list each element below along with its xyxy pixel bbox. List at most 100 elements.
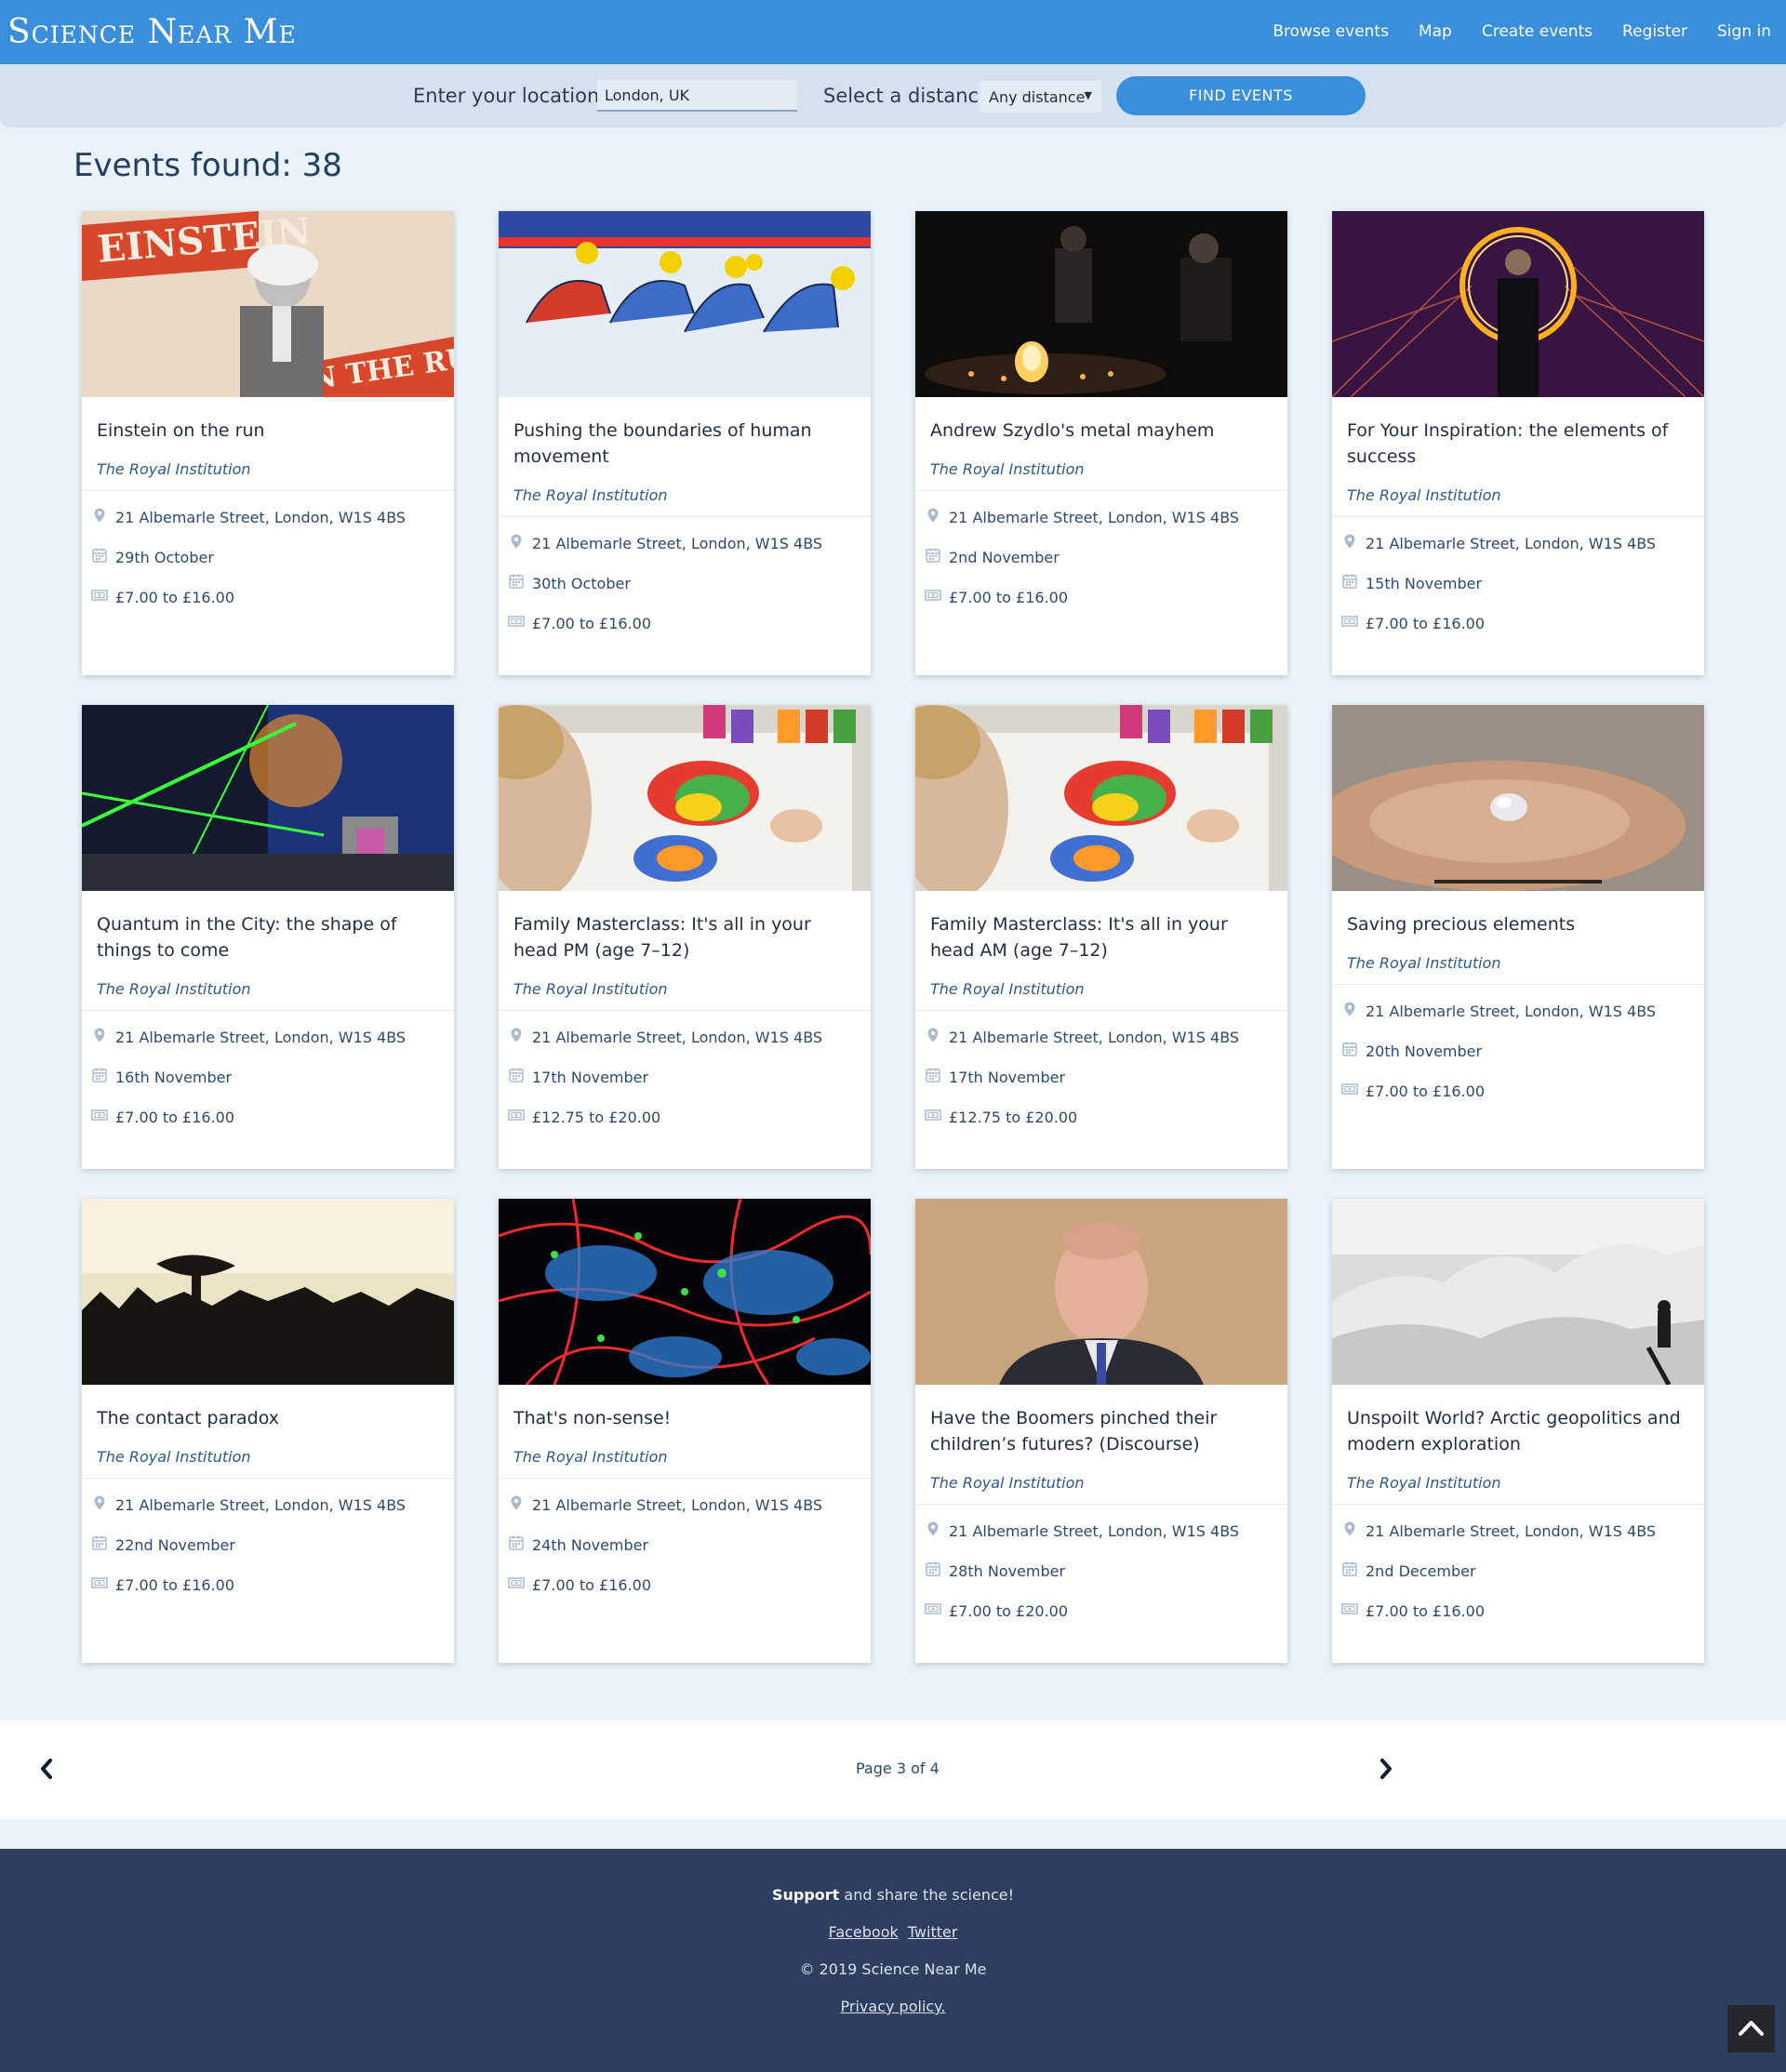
support-line: Support and share the science! <box>0 1886 1786 1904</box>
event-card[interactable]: Saving precious elements The Royal Insti… <box>1332 705 1704 1169</box>
calendar-icon <box>508 573 525 593</box>
event-image[interactable] <box>1332 705 1704 891</box>
event-price: £7.00 to £16.00 <box>1366 1082 1486 1100</box>
event-image[interactable] <box>1332 1199 1704 1385</box>
event-date: 16th November <box>115 1068 233 1086</box>
event-image[interactable] <box>499 705 871 891</box>
event-organizer: The Royal Institution <box>1347 1474 1501 1492</box>
facebook-link[interactable]: Facebook <box>829 1923 899 1941</box>
event-title[interactable]: Quantum in the City: the shape of things… <box>97 911 441 963</box>
event-price: £7.00 to £16.00 <box>949 588 1069 606</box>
map-pin-icon <box>925 507 941 527</box>
location-input[interactable] <box>597 80 797 112</box>
event-card[interactable]: Quantum in the City: the shape of things… <box>82 705 454 1169</box>
event-price-row: £12.75 to £20.00 <box>925 1107 1077 1127</box>
card-divider <box>499 516 871 517</box>
ticket-icon <box>508 1574 525 1595</box>
event-card[interactable]: Family Masterclass: It's all in your hea… <box>499 705 871 1169</box>
find-events-button[interactable]: FIND EVENTS <box>1116 76 1366 115</box>
event-organizer: The Royal Institution <box>97 460 251 478</box>
nav-map[interactable]: Map <box>1419 22 1452 41</box>
event-date: 17th November <box>949 1068 1066 1086</box>
twitter-link[interactable]: Twitter <box>908 1923 958 1941</box>
event-card[interactable]: For Your Inspiration: the elements of su… <box>1332 211 1704 675</box>
steel-wool-ring-image <box>1332 211 1704 397</box>
map-pin-icon <box>1341 533 1358 553</box>
chevron-right-icon[interactable] <box>1375 1755 1397 1783</box>
event-title[interactable]: Andrew Szydlo's metal mayhem <box>930 418 1274 444</box>
event-image[interactable] <box>915 211 1287 397</box>
event-address-row: 21 Albemarle Street, London, W1S 4BS <box>925 1027 1239 1047</box>
event-title[interactable]: Family Masterclass: It's all in your hea… <box>513 911 858 963</box>
event-title[interactable]: Pushing the boundaries of human movement <box>513 418 858 470</box>
event-title[interactable]: The contact paradox <box>97 1405 441 1431</box>
event-card[interactable]: The contact paradox The Royal Institutio… <box>82 1199 454 1663</box>
support-link[interactable]: Support <box>772 1886 839 1904</box>
event-card[interactable]: Unspoilt World? Arctic geopolitics and m… <box>1332 1199 1704 1663</box>
event-card[interactable]: Pushing the boundaries of human movement… <box>499 211 871 675</box>
event-title[interactable]: Have the Boomers pinched their children’… <box>930 1405 1274 1457</box>
event-date-row: 17th November <box>508 1067 648 1087</box>
calendar-icon <box>925 547 941 567</box>
ticket-icon <box>91 587 108 607</box>
map-pin-icon <box>1341 1521 1358 1541</box>
event-price-row: £7.00 to £16.00 <box>1341 1081 1485 1101</box>
card-divider <box>82 490 454 491</box>
event-image[interactable] <box>499 1199 871 1385</box>
calendar-icon <box>508 1067 525 1087</box>
event-image[interactable] <box>499 211 871 397</box>
event-date: 17th November <box>532 1068 649 1086</box>
event-price-row: £7.00 to £16.00 <box>1341 613 1485 633</box>
card-divider <box>82 1478 454 1479</box>
event-title[interactable]: For Your Inspiration: the elements of su… <box>1347 418 1691 470</box>
chemistry-demo-image <box>915 211 1287 397</box>
event-image[interactable] <box>915 1199 1287 1385</box>
event-image[interactable] <box>1332 211 1704 397</box>
event-price: £7.00 to £20.00 <box>949 1601 1069 1620</box>
nav-register[interactable]: Register <box>1622 22 1687 41</box>
event-image[interactable]: EINSTEIN ON THE RUN <box>82 211 454 397</box>
brand-logo[interactable]: Science Near Me <box>7 13 297 51</box>
nav-sign-in[interactable]: Sign in <box>1717 22 1771 41</box>
map-pin-icon <box>925 1521 941 1541</box>
event-card[interactable]: That's non-sense! The Royal Institution … <box>499 1199 871 1663</box>
map-pin-icon <box>91 1027 108 1047</box>
event-price-row: £7.00 to £16.00 <box>925 587 1068 607</box>
nav-create-events[interactable]: Create events <box>1482 22 1593 41</box>
support-text: and share the science! <box>839 1886 1015 1904</box>
event-price: £7.00 to £16.00 <box>1366 614 1486 632</box>
event-title[interactable]: Einstein on the run <box>97 418 441 444</box>
calendar-icon <box>91 547 108 567</box>
event-title[interactable]: Unspoilt World? Arctic geopolitics and m… <box>1347 1405 1691 1457</box>
map-pin-icon <box>508 533 525 553</box>
event-image[interactable] <box>82 705 454 891</box>
chevron-left-icon[interactable] <box>35 1755 58 1783</box>
event-card[interactable]: Andrew Szydlo's metal mayhem The Royal I… <box>915 211 1287 675</box>
privacy-policy-link[interactable]: Privacy policy. <box>841 1998 946 2015</box>
einstein-poster-image: EINSTEIN ON THE RUN <box>82 211 454 397</box>
event-card[interactable]: EINSTEIN ON THE RUN Einstein on the run … <box>82 211 454 675</box>
distance-label: Select a distance: <box>823 85 998 107</box>
event-card[interactable]: Have the Boomers pinched their children’… <box>915 1199 1287 1663</box>
event-title[interactable]: Saving precious elements <box>1347 911 1691 937</box>
event-organizer: The Royal Institution <box>97 1448 251 1466</box>
distance-select[interactable]: Any distance ▼ <box>980 81 1101 113</box>
event-address-row: 21 Albemarle Street, London, W1S 4BS <box>1341 1521 1656 1541</box>
event-image[interactable] <box>82 1199 454 1385</box>
event-price: £12.75 to £20.00 <box>532 1108 661 1126</box>
nav-browse-events[interactable]: Browse events <box>1273 22 1389 41</box>
event-date: 2nd December <box>1366 1561 1476 1580</box>
card-divider <box>1332 1504 1704 1505</box>
event-title[interactable]: Family Masterclass: It's all in your hea… <box>930 911 1274 963</box>
card-divider <box>82 1010 454 1011</box>
event-price-row: £7.00 to £16.00 <box>91 1574 234 1595</box>
ticket-icon <box>1341 1081 1358 1101</box>
caret-down-icon: ▼ <box>1084 89 1092 101</box>
card-divider <box>1332 516 1704 517</box>
portrait-image <box>915 1199 1287 1385</box>
back-to-top-button[interactable] <box>1727 2005 1775 2052</box>
event-card[interactable]: Family Masterclass: It's all in your hea… <box>915 705 1287 1169</box>
event-title[interactable]: That's non-sense! <box>513 1405 858 1431</box>
map-pin-icon <box>91 507 108 527</box>
event-image[interactable] <box>915 705 1287 891</box>
